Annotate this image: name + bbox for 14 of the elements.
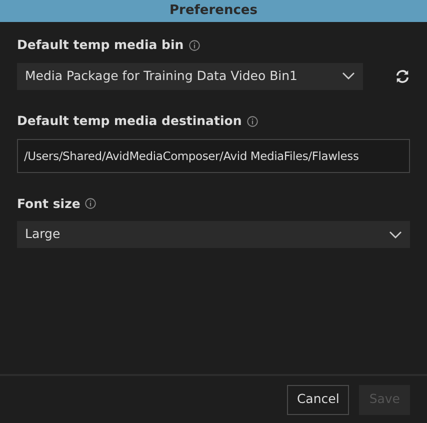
dropdown[interactable]: Media Package for Training Data Video Bin1 [17,62,363,90]
chevron-down-icon [342,72,355,80]
field-label: Font size [17,194,80,212]
info-icon [188,40,200,51]
info-icon [85,198,96,210]
input-field[interactable]: /Users/Shared/AvidMediaComposer/Avid MediaFiles/Flawless [17,138,410,172]
field-label: Default temp media bin [17,36,184,54]
refresh-icon[interactable] [395,68,410,84]
window-title: Preferences [0,0,427,22]
dropdown[interactable]: Large [17,221,410,248]
chevron-down-icon [389,230,402,239]
cancel-button[interactable]: Cancel [286,384,350,414]
info-icon [246,116,258,127]
field-label: Default temp media destination [17,112,242,130]
